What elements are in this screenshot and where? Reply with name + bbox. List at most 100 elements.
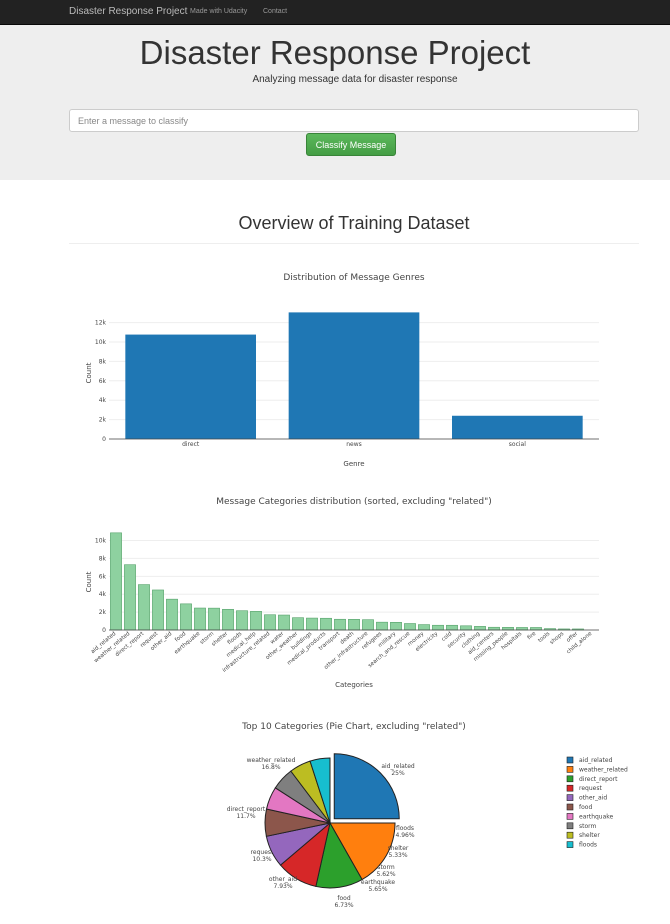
- x-tick-label: social: [509, 441, 526, 448]
- pie-label-name: direct_report: [227, 806, 266, 813]
- legend-swatch: [566, 841, 574, 848]
- x-tick-label: news: [346, 441, 362, 448]
- legend-label: request: [579, 785, 602, 792]
- pie-label-name: earthquake: [361, 879, 396, 886]
- pie-label-value: 7.93%: [273, 883, 292, 890]
- page-subtitle: Analyzing message data for disaster resp…: [252, 74, 458, 85]
- y-tick-label: 6k: [99, 378, 107, 385]
- nav-link-udacity[interactable]: Made with Udacity: [190, 8, 247, 15]
- pie-label-name: aid_related: [381, 763, 415, 770]
- legend-swatch: [566, 756, 574, 764]
- category-bar: [152, 589, 164, 631]
- navbar: Disaster Response Project Made with Udac…: [0, 0, 670, 25]
- y-tick-label: 2k: [99, 417, 107, 424]
- legend-label: earthquake: [579, 813, 614, 820]
- top-categories-pie-chart: Top 10 Categories (Pie Chart, excluding …: [227, 722, 628, 909]
- pie-label-name: weather_related: [247, 757, 296, 764]
- category-bar: [124, 564, 136, 631]
- chart-title: Distribution of Message Genres: [283, 273, 424, 283]
- pie-label-value: 5.65%: [368, 886, 387, 893]
- x-tick-label: direct: [182, 441, 200, 448]
- category-bar: [474, 626, 486, 631]
- chart-title: Top 10 Categories (Pie Chart, excluding …: [241, 722, 466, 732]
- legend-swatch: [566, 775, 574, 783]
- category-bar: [264, 614, 276, 631]
- y-tick-label: 2k: [99, 609, 107, 616]
- message-input[interactable]: [69, 109, 639, 132]
- x-tick-label: shops: [549, 631, 565, 646]
- page-title: Disaster Response Project: [139, 34, 531, 71]
- legend-swatch: [566, 803, 574, 811]
- legend-label: food: [579, 804, 592, 811]
- category-bar: [292, 617, 304, 631]
- pie-label-name: storm: [377, 864, 395, 871]
- category-bar: [418, 624, 430, 631]
- legend-swatch: [566, 831, 574, 839]
- category-bar: [138, 584, 150, 631]
- legend-swatch: [566, 784, 574, 792]
- category-bar: [278, 614, 290, 631]
- y-tick-label: 10k: [95, 339, 107, 346]
- y-tick-label: 4k: [99, 397, 107, 404]
- y-tick-label: 0: [102, 627, 106, 634]
- category-bar: [208, 607, 220, 631]
- legend-label: weather_related: [579, 766, 628, 773]
- pie-label-value: 11.7%: [236, 813, 255, 820]
- genre-distribution-chart: Distribution of Message Genres 0 2k 4k 6k 8k 1…: [85, 273, 599, 468]
- y-tick-label: 6k: [99, 573, 107, 580]
- legend-swatch: [566, 766, 574, 773]
- genre-bar: [288, 312, 420, 439]
- category-bar: [320, 617, 332, 631]
- y-tick-label: 4k: [99, 591, 107, 598]
- legend-label: aid_related: [579, 757, 613, 764]
- category-bar: [362, 619, 374, 631]
- pie-label-value: 6.73%: [334, 902, 353, 909]
- x-axis-title: Categories: [335, 681, 373, 689]
- nav-link-contact[interactable]: Contact: [263, 8, 287, 15]
- x-tick-label: fire: [527, 631, 538, 642]
- category-bar: [334, 618, 346, 631]
- section-divider: [69, 243, 639, 244]
- legend-swatch: [566, 822, 574, 830]
- legend-label: shelter: [579, 832, 600, 839]
- category-bar: [236, 610, 248, 631]
- y-tick-label: 8k: [99, 358, 107, 365]
- category-bar: [348, 619, 360, 631]
- y-axis-title: Count: [85, 362, 93, 383]
- category-distribution-chart: Message Categories distribution (sorted,…: [85, 497, 599, 689]
- category-bar: [110, 532, 122, 631]
- navbar-brand[interactable]: Disaster Response Project: [69, 6, 187, 17]
- category-bar: [250, 611, 262, 631]
- category-bar: [488, 626, 500, 631]
- x-axis-title: Genre: [343, 460, 364, 468]
- category-bar: [460, 625, 472, 631]
- pie-label-value: 16.8%: [261, 764, 280, 771]
- pie-label-name: floods: [396, 825, 414, 832]
- category-bar: [404, 623, 416, 631]
- y-tick-label: 8k: [99, 555, 107, 562]
- y-tick-label: 12k: [95, 320, 107, 327]
- pie-label-value: 4.96%: [395, 832, 414, 839]
- pie-label-value: 5.33%: [388, 852, 407, 859]
- y-tick-label: 0: [102, 436, 106, 443]
- category-bar: [306, 617, 318, 631]
- genre-bar: [452, 415, 583, 439]
- category-bar: [390, 622, 402, 631]
- genre-bar: [125, 334, 256, 439]
- overview-heading: Overview of Training Dataset: [238, 213, 470, 233]
- legend-label: floods: [579, 842, 597, 849]
- pie-label-value: 10.3%: [252, 856, 271, 863]
- category-bar: [446, 624, 458, 631]
- category-bar: [222, 608, 234, 631]
- category-bar: [432, 624, 444, 631]
- legend-label: other_aid: [579, 795, 607, 802]
- pie-label-value: 5.62%: [376, 871, 395, 878]
- chart-title: Message Categories distribution (sorted,…: [216, 497, 492, 507]
- classify-message-button[interactable]: Classify Message: [306, 133, 396, 156]
- pie-label-value: 25%: [391, 770, 405, 777]
- legend-label: direct_report: [579, 776, 618, 783]
- legend-swatch: [566, 813, 574, 820]
- category-bar: [180, 603, 192, 631]
- y-tick-label: 10k: [95, 538, 107, 545]
- category-bar: [194, 607, 206, 631]
